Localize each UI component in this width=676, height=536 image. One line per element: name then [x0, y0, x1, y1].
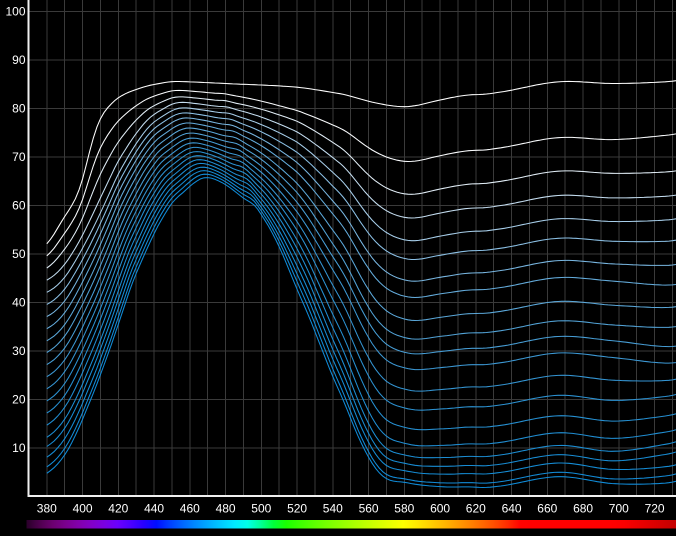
svg-text:560: 560 — [359, 502, 379, 516]
svg-text:380: 380 — [37, 502, 57, 516]
svg-text:400: 400 — [73, 502, 93, 516]
svg-text:90: 90 — [12, 53, 26, 67]
svg-text:620: 620 — [466, 502, 486, 516]
svg-text:440: 440 — [144, 502, 164, 516]
svg-text:540: 540 — [323, 502, 343, 516]
svg-text:500: 500 — [251, 502, 271, 516]
svg-text:20: 20 — [12, 392, 26, 406]
svg-text:600: 600 — [430, 502, 450, 516]
svg-text:10: 10 — [12, 441, 26, 455]
svg-text:680: 680 — [573, 502, 593, 516]
svg-text:40: 40 — [12, 295, 26, 309]
svg-text:700: 700 — [609, 502, 629, 516]
svg-text:480: 480 — [216, 502, 236, 516]
svg-text:50: 50 — [12, 247, 26, 261]
svg-text:460: 460 — [180, 502, 200, 516]
svg-text:70: 70 — [12, 150, 26, 164]
svg-text:80: 80 — [12, 101, 26, 115]
svg-text:660: 660 — [537, 502, 557, 516]
svg-text:420: 420 — [108, 502, 128, 516]
svg-text:720: 720 — [645, 502, 665, 516]
svg-text:30: 30 — [12, 344, 26, 358]
svg-text:60: 60 — [12, 198, 26, 212]
svg-text:100: 100 — [5, 4, 25, 18]
svg-text:640: 640 — [502, 502, 522, 516]
svg-text:580: 580 — [394, 502, 414, 516]
svg-text:520: 520 — [287, 502, 307, 516]
